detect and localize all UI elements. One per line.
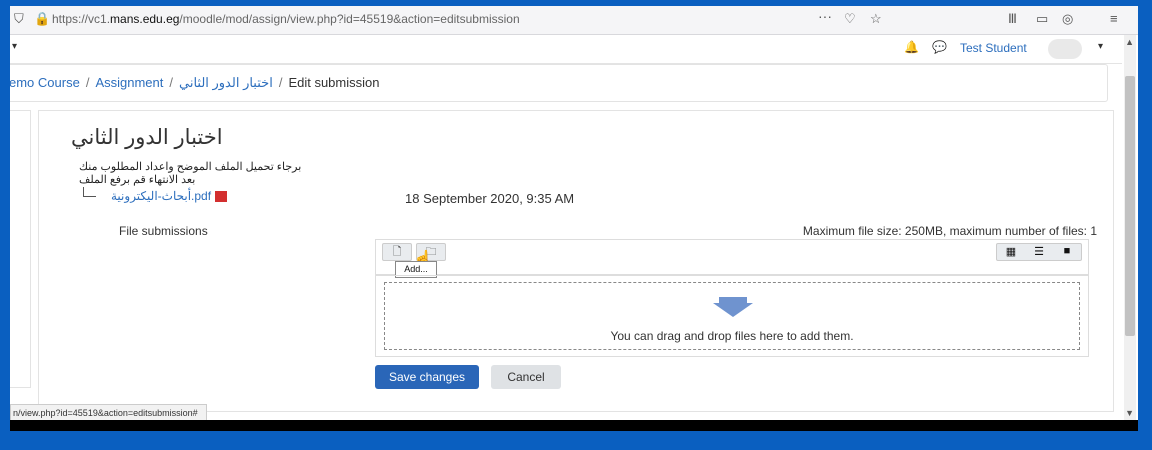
attachment-file[interactable]: أبحاث-اليكترونية.pdf — [111, 189, 228, 203]
main-card: اختبار الدور الثاني برجاء تحميل الملف ال… — [38, 110, 1114, 412]
shield-icon[interactable]: ⛉ — [14, 11, 24, 27]
messages-icon[interactable]: 💬 — [932, 40, 947, 54]
library-icon[interactable]: Ⅲ — [1008, 11, 1017, 27]
nav-dropdown-caret-icon[interactable]: ▾ — [12, 41, 17, 52]
down-arrow-icon — [713, 297, 753, 317]
dropzone-text: You can drag and drop files here to add … — [610, 329, 854, 343]
address-bar[interactable]: 🔒 https://vc1.mans.edu.eg/moodle/mod/ass… — [30, 9, 910, 29]
breadcrumb-separator: / — [85, 75, 90, 90]
notification-bell-icon[interactable]: 🔔 — [904, 40, 919, 54]
file-picker-toolbar: 🗋 🗀 ▦ ☰ ■ — [375, 239, 1089, 275]
scrollbar-thumb[interactable] — [1125, 76, 1135, 336]
breadcrumb-activity[interactable]: اختبار الدور الثاني — [179, 75, 273, 90]
intro-line-1: برجاء تحميل الملف الموضح واعداد المطلوب … — [79, 161, 302, 173]
pocket-icon[interactable]: ♡ — [844, 11, 856, 27]
dropzone[interactable]: You can drag and drop files here to add … — [384, 282, 1080, 350]
breadcrumb-assignment[interactable]: Assignment — [95, 75, 163, 90]
icons-view-icon[interactable]: ▦ — [997, 245, 1025, 258]
breadcrumb-separator: / — [278, 75, 283, 90]
max-file-info: Maximum file size: 250MB, maximum number… — [802, 224, 1097, 238]
file-drop-area[interactable]: You can drag and drop files here to add … — [375, 275, 1089, 357]
browser-window: ⛉ 🔒 https://vc1.mans.edu.eg/moodle/mod/a… — [10, 6, 1138, 431]
tree-branch-icon — [83, 187, 96, 197]
breadcrumb-course[interactable]: emo Course — [10, 75, 80, 90]
moodle-navbar: ▾ 🔔 💬 Test Student ▾ — [10, 35, 1122, 64]
attachment-file-name[interactable]: أبحاث-اليكترونية.pdf — [111, 189, 211, 203]
add-file-button[interactable]: 🗋 — [382, 243, 412, 261]
lock-icon: 🔒 — [34, 11, 51, 26]
save-changes-button[interactable]: Save changes — [375, 365, 479, 389]
left-block — [10, 110, 31, 388]
tree-view-folder-icon[interactable]: ■ — [1053, 245, 1081, 257]
intro-line-2: بعد الانتهاء قم برفع الملف — [79, 174, 196, 186]
page-title: اختبار الدور الثاني — [71, 126, 223, 149]
bookmark-star-icon[interactable]: ☆ — [870, 11, 882, 27]
pdf-icon — [215, 191, 228, 203]
file-submissions-label: File submissions — [119, 224, 208, 238]
breadcrumb-card: emo Course / Assignment / اختبار الدور الثان… — [10, 64, 1108, 102]
cancel-button[interactable]: Cancel — [491, 365, 561, 389]
user-name[interactable]: Test Student — [960, 41, 1027, 55]
avatar[interactable] — [1048, 39, 1082, 59]
breadcrumb: emo Course / Assignment / اختبار الدور الثان… — [10, 75, 379, 91]
view-toggle-group: ▦ ☰ ■ — [996, 243, 1082, 261]
scroll-down-icon[interactable]: ▼ — [1125, 408, 1134, 418]
user-menu-caret-icon[interactable]: ▾ — [1098, 41, 1103, 52]
list-view-icon[interactable]: ☰ — [1025, 245, 1053, 258]
browser-toolbar: ⛉ 🔒 https://vc1.mans.edu.eg/moodle/mod/a… — [10, 6, 1138, 35]
reader-view-icon[interactable]: ▭ — [1036, 11, 1048, 27]
attachment-date: 18 September 2020, 9:35 AM — [405, 191, 575, 206]
extension-icon[interactable]: ◎ — [1062, 11, 1073, 27]
assignment-intro: برجاء تحميل الملف الموضح واعداد المطلوب … — [79, 161, 301, 187]
page-actions-menu-icon[interactable]: ··· — [818, 8, 832, 24]
breadcrumb-current: Edit submission — [288, 75, 380, 90]
breadcrumb-separator: / — [169, 75, 173, 90]
bottom-black-bar — [10, 420, 1138, 431]
hamburger-menu-icon[interactable]: ≡ — [1110, 11, 1118, 26]
url-text: https://vc1.mans.edu.eg/moodle/mod/assig… — [52, 12, 520, 26]
scroll-up-icon[interactable]: ▲ — [1125, 37, 1134, 47]
